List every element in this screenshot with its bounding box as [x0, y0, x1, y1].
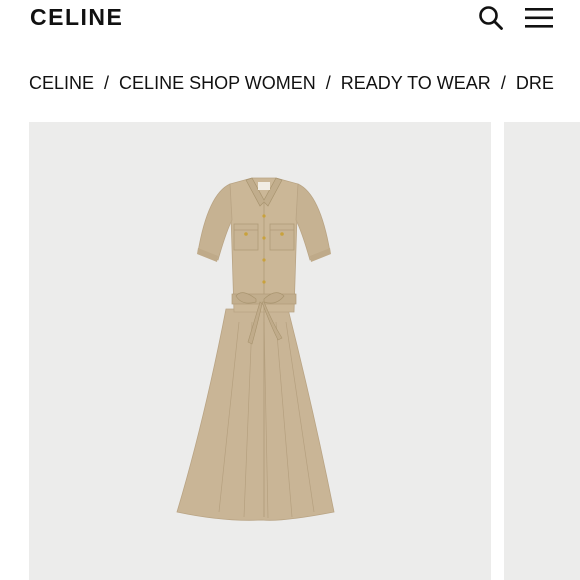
search-icon	[479, 6, 503, 30]
header: CELINE	[0, 0, 580, 40]
left-pocket	[233, 223, 259, 251]
neck-label	[258, 182, 270, 190]
dress-left-sleeve	[197, 183, 233, 261]
menu-button[interactable]	[524, 6, 554, 30]
next-product-image-panel[interactable]	[504, 122, 580, 580]
right-pocket	[269, 223, 295, 251]
breadcrumb-item-celine[interactable]: CELINE	[29, 73, 94, 93]
breadcrumb-separator: /	[325, 73, 331, 93]
breadcrumb-separator: /	[500, 73, 506, 93]
breadcrumb-item-celine-shop-women[interactable]: CELINE SHOP WOMEN	[119, 73, 316, 93]
shirt-dress-image	[176, 177, 335, 521]
hamburger-menu-icon	[525, 8, 553, 28]
breadcrumb: CELINE / CELINE SHOP WOMEN / READY TO WEAR / D…	[29, 73, 580, 97]
search-button[interactable]	[478, 5, 504, 31]
celine-logo[interactable]: CELINE	[30, 4, 123, 31]
breadcrumb-separator: /	[104, 73, 110, 93]
breadcrumb-item-ready-to-wear[interactable]: READY TO WEAR	[341, 73, 491, 93]
product-image-panel[interactable]	[29, 122, 491, 580]
dress-right-sleeve	[295, 183, 331, 261]
breadcrumb-item-dresses[interactable]: DRE	[516, 73, 554, 93]
